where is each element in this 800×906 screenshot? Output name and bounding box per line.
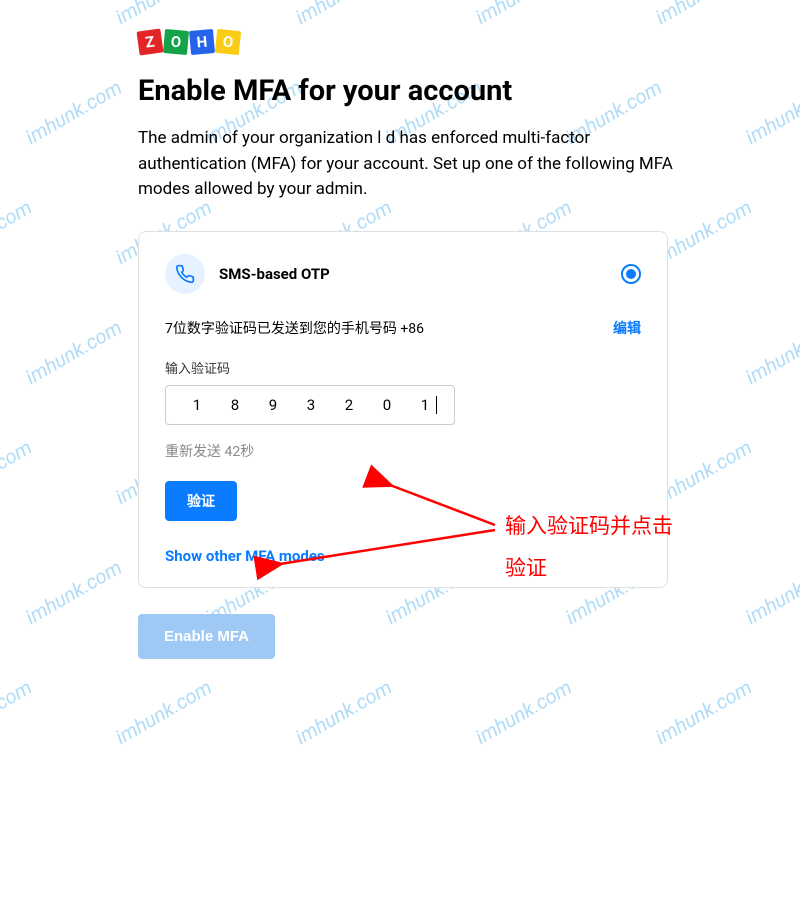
otp-digit-0[interactable]: 1 bbox=[178, 396, 216, 414]
edit-link[interactable]: 编辑 bbox=[613, 318, 641, 338]
header-left: SMS-based OTP bbox=[165, 254, 330, 294]
logo-h: H bbox=[189, 29, 215, 55]
otp-digit-6[interactable]: 1 bbox=[406, 396, 444, 414]
desc-prefix: The admin of your organization bbox=[138, 128, 377, 148]
otp-input-label: 输入验证码 bbox=[165, 358, 641, 377]
radio-dot-icon bbox=[626, 269, 636, 279]
method-title: SMS-based OTP bbox=[219, 265, 330, 283]
radio-selected[interactable] bbox=[621, 264, 641, 284]
logo-z: Z bbox=[136, 28, 163, 55]
show-other-modes-link[interactable]: Show other MFA modes bbox=[165, 547, 641, 565]
otp-digit-4[interactable]: 2 bbox=[330, 396, 368, 414]
page-title: Enable MFA for your account bbox=[138, 74, 700, 108]
zoho-logo: Z O H O bbox=[138, 30, 700, 54]
otp-digit-2[interactable]: 9 bbox=[254, 396, 292, 414]
mfa-card: SMS-based OTP 7位数字验证码已发送到您的手机号码 +86 编辑 输… bbox=[138, 231, 668, 588]
logo-o1: O bbox=[163, 29, 189, 55]
main-content: Z O H O Enable MFA for your account The … bbox=[0, 0, 700, 659]
otp-digit-1[interactable]: 8 bbox=[216, 396, 254, 414]
resend-timer: 重新发送 42秒 bbox=[165, 441, 641, 461]
logo-o2: O bbox=[215, 29, 241, 55]
otp-digit-5[interactable]: 0 bbox=[368, 396, 406, 414]
otp-digit-3[interactable]: 3 bbox=[292, 396, 330, 414]
phone-icon bbox=[165, 254, 205, 294]
sent-text: 7位数字验证码已发送到您的手机号码 +86 bbox=[165, 318, 424, 338]
description: The admin of your organization l d has e… bbox=[138, 126, 700, 203]
sent-row: 7位数字验证码已发送到您的手机号码 +86 编辑 bbox=[165, 318, 641, 338]
enable-mfa-button[interactable]: Enable MFA bbox=[138, 614, 275, 659]
verify-button[interactable]: 验证 bbox=[165, 481, 237, 521]
card-header: SMS-based OTP bbox=[165, 254, 641, 294]
otp-input-row[interactable]: 1 8 9 3 2 0 1 bbox=[165, 385, 455, 425]
desc-masked: l d bbox=[377, 128, 395, 148]
text-cursor-icon bbox=[436, 396, 437, 414]
